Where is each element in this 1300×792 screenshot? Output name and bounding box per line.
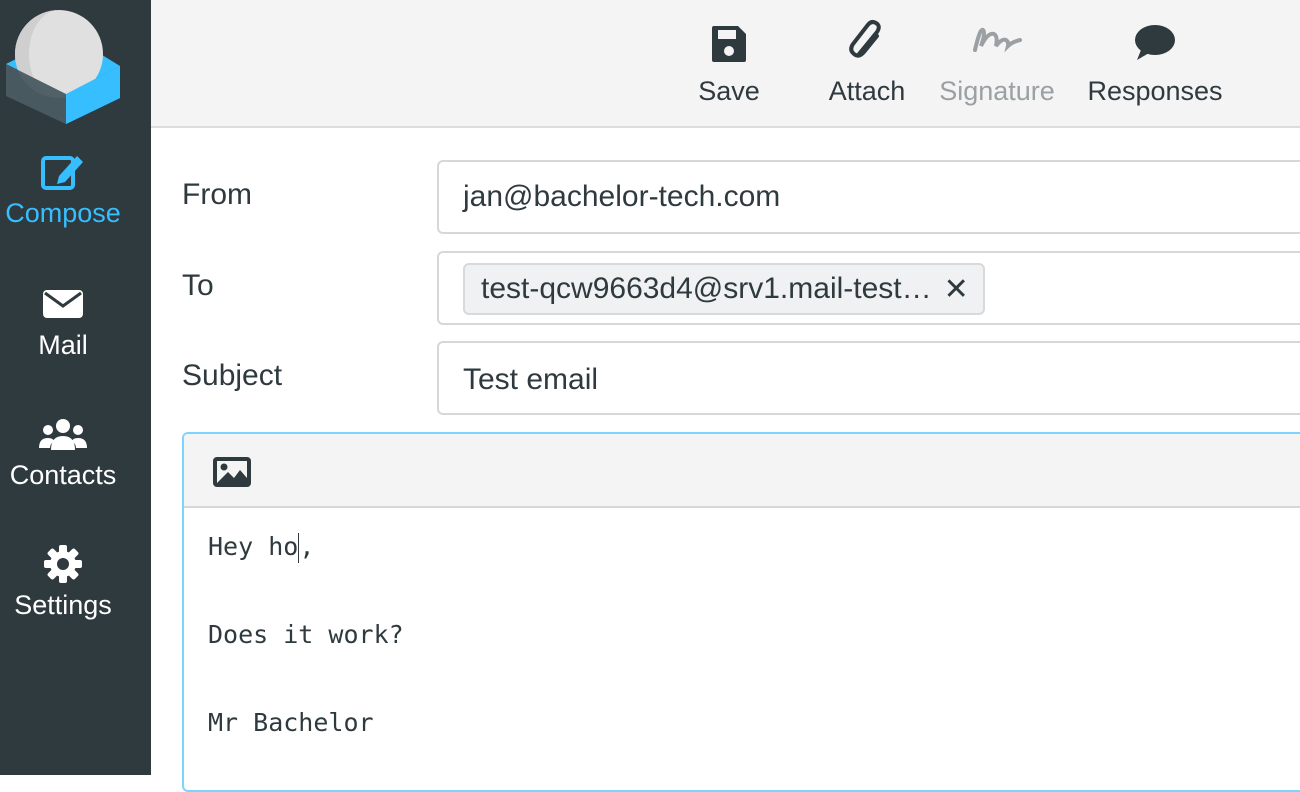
envelope-icon [43,290,83,318]
signature-button[interactable]: Signature [937,18,1057,106]
sidebar-item-settings[interactable]: Settings [0,542,126,620]
sidebar-item-compose[interactable]: Compose [0,150,126,228]
body-line: Mr Bachelor [208,708,374,737]
compose-toolbar: Save Attach Signature Responses [151,0,1300,128]
body-text: , [299,532,315,561]
from-field[interactable]: jan@bachelor-tech.com [437,160,1300,234]
to-label: To [182,269,214,302]
responses-label: Responses [1087,76,1223,106]
recipient-address: test-qcw9663d4@srv1.mail-test… [481,272,932,305]
body-line [208,574,1296,618]
compose-icon [41,156,83,190]
sidebar-item-mail[interactable]: Mail [0,282,126,360]
roundcube-logo[interactable] [4,6,122,124]
save-icon [712,26,746,62]
sidebar-item-label: Mail [38,330,88,360]
signature-icon [973,27,1022,53]
sidebar-item-label: Contacts [9,460,117,490]
users-icon [39,419,87,450]
message-editor[interactable]: Hey ho, Does it work? Mr Bachelor [182,432,1300,792]
body-line: Hey ho, [208,530,1296,574]
subject-field[interactable]: Test email [437,341,1300,415]
subject-label: Subject [182,359,283,392]
sidebar: Compose Mail Contacts Settings [0,0,151,775]
save-label: Save [698,76,760,106]
comment-icon [1135,25,1175,60]
image-icon[interactable] [212,456,252,488]
attach-label: Attach [828,76,906,106]
paperclip-icon [849,20,881,58]
sidebar-item-contacts[interactable]: Contacts [0,412,126,490]
recipient-chip[interactable]: test-qcw9663d4@srv1.mail-test… ✕ [463,263,985,315]
sidebar-item-label: Settings [14,590,112,620]
gear-icon [44,545,82,583]
attach-button[interactable]: Attach [824,18,910,106]
from-value: jan@bachelor-tech.com [463,180,781,213]
body-line: Does it work? [208,620,404,649]
sidebar-item-label: Compose [5,198,121,228]
message-body[interactable]: Hey ho, Does it work? Mr Bachelor [184,508,1300,772]
to-field[interactable]: test-qcw9663d4@srv1.mail-test… ✕ [437,251,1300,325]
editor-toolbar [184,434,1300,508]
remove-recipient-icon[interactable]: ✕ [944,272,969,307]
responses-button[interactable]: Responses [1085,18,1225,106]
body-line [208,662,1296,706]
signature-label: Signature [939,76,1055,106]
body-text: Hey ho [208,532,299,561]
save-button[interactable]: Save [689,18,769,106]
from-label: From [182,178,252,211]
subject-value: Test email [463,363,599,396]
